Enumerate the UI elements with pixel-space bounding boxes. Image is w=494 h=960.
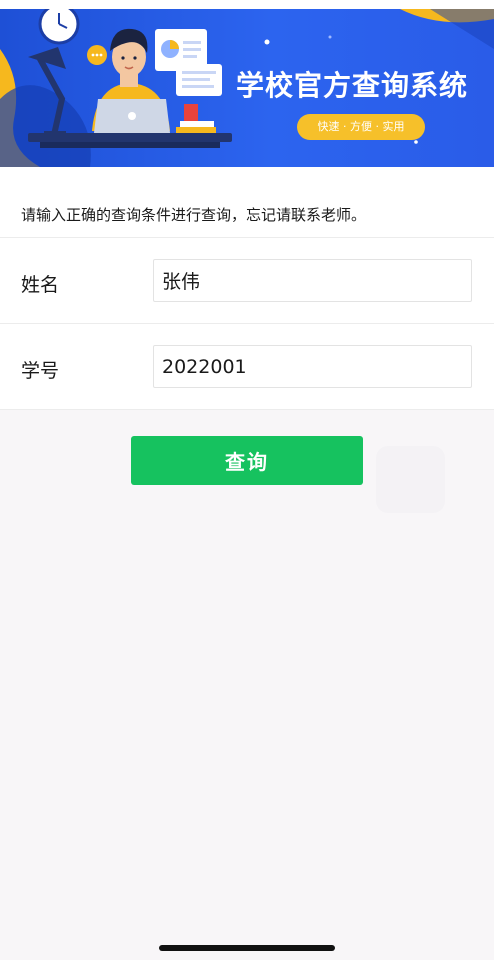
divider <box>0 323 494 324</box>
laptop-icon <box>94 99 170 133</box>
query-form: 请输入正确的查询条件进行查询，忘记请联系老师。 姓名 学号 <box>0 167 494 410</box>
divider <box>0 409 494 410</box>
dark-wave-left <box>0 85 91 167</box>
desk-shadow <box>40 142 220 148</box>
home-indicator[interactable] <box>159 945 335 951</box>
divider <box>0 237 494 238</box>
sparkle-icon <box>328 35 332 39</box>
desk <box>28 133 232 142</box>
sparkle-icon <box>414 140 418 144</box>
student-id-label: 学号 <box>21 360 60 382</box>
books-icon <box>176 104 216 133</box>
data-card <box>176 64 222 96</box>
sparkle-icon <box>264 39 270 45</box>
status-bar <box>0 0 494 9</box>
banner-title: 学校官方查询系统 <box>236 69 469 102</box>
name-label: 姓名 <box>21 274 60 296</box>
chat-bubble-icon <box>87 45 107 65</box>
banner-subtitle-badge: 快速 · 方便 · 实用 <box>297 114 425 140</box>
clock-icon <box>38 9 80 45</box>
dark-wave-right <box>430 9 494 49</box>
notice-text: 请输入正确的查询条件进行查询，忘记请联系老师。 <box>21 206 367 224</box>
student-id-input[interactable] <box>153 345 472 388</box>
name-input[interactable] <box>153 259 472 302</box>
faded-overlay <box>376 446 445 513</box>
query-button[interactable]: 查询 <box>131 436 363 485</box>
header-banner: 学校官方查询系统 快速 · 方便 · 实用 <box>0 9 494 167</box>
